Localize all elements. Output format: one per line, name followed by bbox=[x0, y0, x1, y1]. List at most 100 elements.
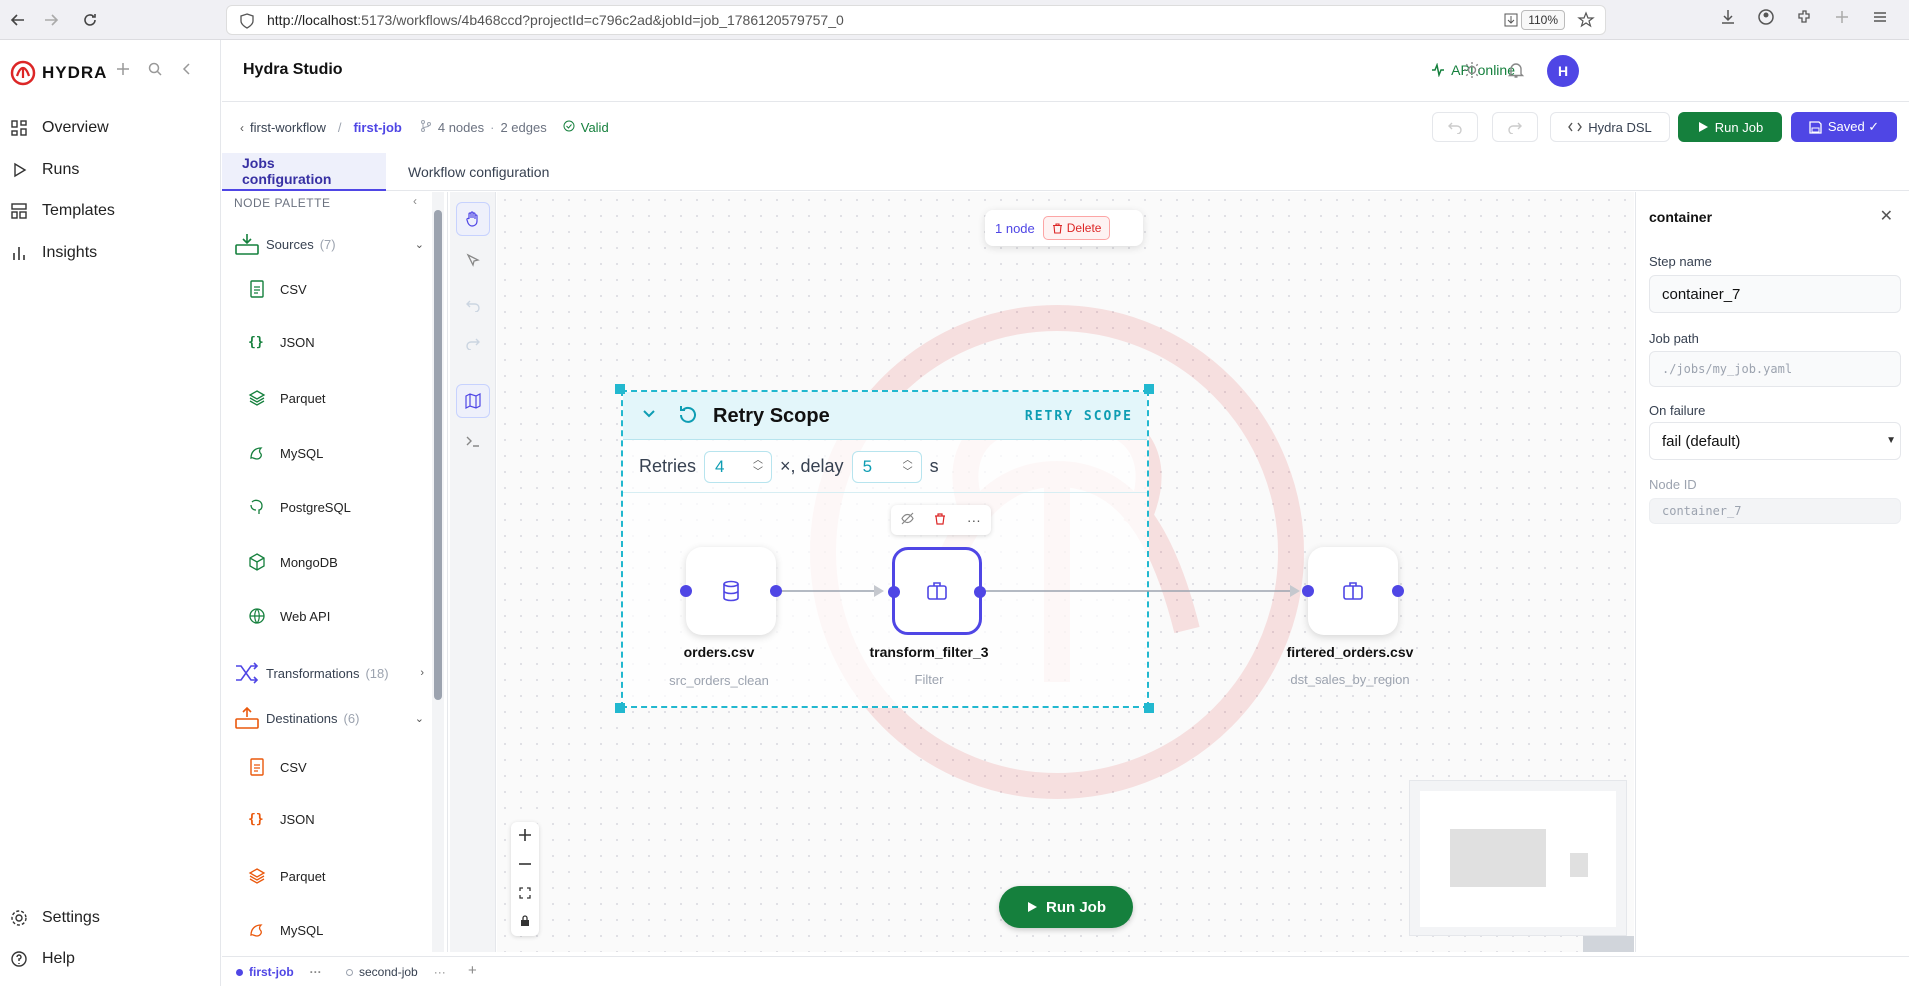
palette-item-mongodb[interactable]: MongoDB bbox=[248, 553, 338, 571]
search-icon[interactable] bbox=[148, 62, 162, 79]
forward-icon[interactable] bbox=[33, 2, 69, 38]
extensions-icon[interactable] bbox=[1795, 8, 1813, 29]
palette-scrollbar[interactable] bbox=[434, 210, 442, 700]
job-tab-second-job[interactable]: second-job ··· bbox=[346, 965, 446, 979]
nav-runs[interactable]: Runs bbox=[10, 161, 79, 179]
menu-icon[interactable] bbox=[1871, 8, 1889, 29]
close-icon[interactable]: ✕ bbox=[1880, 206, 1893, 226]
output-port[interactable] bbox=[974, 586, 986, 598]
collapse-sidebar-icon[interactable] bbox=[180, 62, 194, 79]
group-sources[interactable]: Sources (7) ⌄ bbox=[234, 232, 424, 256]
output-port[interactable] bbox=[770, 585, 782, 597]
select-pointer-icon[interactable] bbox=[456, 244, 490, 278]
palette-item-postgresql[interactable]: PostgreSQL bbox=[248, 498, 351, 516]
job-tab-more-icon[interactable]: ··· bbox=[310, 965, 322, 979]
reload-icon[interactable] bbox=[72, 2, 108, 38]
palette-item-mysql[interactable]: MySQL bbox=[248, 444, 323, 462]
collapse-palette-icon[interactable]: ‹ bbox=[413, 194, 417, 208]
disable-node-icon[interactable] bbox=[901, 512, 914, 528]
tab-jobs-configuration[interactable]: Jobs configuration bbox=[222, 153, 386, 191]
user-avatar[interactable]: H bbox=[1547, 55, 1579, 87]
node-orders-csv[interactable] bbox=[680, 547, 782, 635]
saved-button[interactable]: Saved ✓ bbox=[1791, 112, 1897, 142]
input-port[interactable] bbox=[1302, 585, 1314, 597]
palette-item-web-api[interactable]: Web API bbox=[248, 607, 330, 625]
add-job-tab-icon[interactable]: + bbox=[468, 962, 477, 979]
palette-item-parquet[interactable]: Parquet bbox=[248, 389, 326, 407]
breadcrumb-workflow[interactable]: first-workflow bbox=[250, 120, 326, 135]
workflow-canvas[interactable]: 1 node Delete Retry Scope RETRY SCOPE Re… bbox=[497, 192, 1634, 952]
output-port[interactable] bbox=[1392, 585, 1404, 597]
input-port[interactable] bbox=[888, 586, 900, 598]
nav-overview[interactable]: Overview bbox=[10, 119, 109, 137]
canvas-undo-icon[interactable] bbox=[456, 288, 490, 322]
canvas-run-job-button[interactable]: Run Job bbox=[999, 886, 1133, 928]
back-icon[interactable] bbox=[0, 2, 36, 38]
group-transformations[interactable]: Transformations (18) › bbox=[234, 662, 424, 684]
zoom-controls bbox=[511, 822, 539, 936]
zoom-out-icon[interactable] bbox=[518, 857, 532, 874]
play-icon bbox=[1698, 122, 1708, 132]
fit-view-icon[interactable] bbox=[519, 886, 531, 902]
hydra-dsl-button[interactable]: Hydra DSL bbox=[1550, 112, 1670, 142]
minimap[interactable] bbox=[1409, 780, 1627, 936]
new-tab-icon[interactable] bbox=[1833, 8, 1851, 29]
minimap-map-icon[interactable] bbox=[456, 384, 490, 418]
lock-icon[interactable] bbox=[519, 914, 531, 930]
add-icon[interactable] bbox=[116, 62, 130, 79]
layers-icon bbox=[248, 390, 266, 406]
address-bar[interactable]: http://localhost:5173/workflows/4b468ccd… bbox=[226, 5, 1606, 35]
redo-button[interactable] bbox=[1492, 112, 1538, 142]
nav-label: Templates bbox=[42, 202, 115, 219]
job-tab-more-icon[interactable]: ··· bbox=[434, 965, 446, 979]
palette-item-dest-parquet[interactable]: Parquet bbox=[248, 867, 326, 885]
palette-title: NODE PALETTE bbox=[234, 196, 331, 210]
workflow-toolbar: ‹ first-workflow / first-job 4 nodes · 2… bbox=[222, 103, 1909, 151]
brand-logo[interactable]: HYDRA bbox=[10, 60, 107, 86]
url-host: http://localhost bbox=[267, 12, 358, 28]
palette-item-dest-mysql[interactable]: MySQL bbox=[248, 921, 323, 939]
bell-icon[interactable] bbox=[1507, 61, 1525, 82]
nav-templates[interactable]: Templates bbox=[10, 202, 115, 220]
chevron-left-icon[interactable]: ‹ bbox=[240, 121, 244, 135]
step-name-input[interactable]: container_7 bbox=[1649, 275, 1901, 313]
code-icon bbox=[1568, 122, 1583, 132]
job-path-label: Job path bbox=[1649, 331, 1699, 346]
breadcrumb-job[interactable]: first-job bbox=[353, 120, 401, 135]
pan-tool-hand-icon[interactable] bbox=[456, 202, 490, 236]
terminal-icon[interactable] bbox=[456, 424, 490, 458]
node-actions-toolbar: ··· bbox=[891, 505, 991, 535]
palette-item-dest-csv[interactable]: CSV bbox=[248, 758, 307, 776]
site-info-icon[interactable] bbox=[239, 13, 255, 32]
downloads-icon[interactable] bbox=[1719, 8, 1737, 29]
palette-item-label: CSV bbox=[280, 281, 307, 297]
canvas-redo-icon[interactable] bbox=[456, 326, 490, 360]
nav-help[interactable]: Help bbox=[10, 950, 75, 968]
left-navigation: HYDRA Overview Runs Templates Insights S… bbox=[0, 40, 221, 986]
input-port[interactable] bbox=[680, 585, 692, 597]
trash-icon[interactable] bbox=[934, 512, 946, 528]
react-flow-attribution[interactable] bbox=[1583, 936, 1634, 952]
bookmark-star-icon[interactable] bbox=[1577, 11, 1595, 32]
job-tabs-bar: first-job ··· second-job ··· + bbox=[222, 956, 1909, 986]
job-path-input[interactable]: ./jobs/my_job.yaml bbox=[1649, 351, 1901, 387]
palette-item-csv[interactable]: CSV bbox=[248, 280, 307, 298]
reader-view-icon[interactable] bbox=[1503, 12, 1519, 31]
theme-toggle-icon[interactable] bbox=[1463, 61, 1481, 82]
on-failure-select[interactable]: fail (default) ▼ bbox=[1649, 422, 1901, 460]
job-tab-first-job[interactable]: first-job ··· bbox=[236, 965, 322, 979]
undo-button[interactable] bbox=[1432, 112, 1478, 142]
nav-insights[interactable]: Insights bbox=[10, 244, 97, 262]
zoom-in-icon[interactable] bbox=[518, 828, 532, 845]
group-destinations[interactable]: Destinations (6) ⌄ bbox=[234, 706, 424, 730]
palette-item-json[interactable]: {} JSON bbox=[248, 335, 315, 350]
zoom-level[interactable]: 110% bbox=[1521, 10, 1565, 30]
account-icon[interactable] bbox=[1757, 8, 1775, 29]
node-transform-filter-3[interactable] bbox=[888, 547, 986, 635]
node-firtered-orders-csv[interactable] bbox=[1302, 547, 1404, 635]
nav-settings[interactable]: Settings bbox=[10, 909, 100, 927]
palette-item-dest-json[interactable]: {} JSON bbox=[248, 812, 315, 827]
tab-workflow-configuration[interactable]: Workflow configuration bbox=[388, 153, 569, 191]
run-job-button[interactable]: Run Job bbox=[1678, 112, 1782, 142]
more-options-icon[interactable]: ··· bbox=[967, 512, 981, 528]
